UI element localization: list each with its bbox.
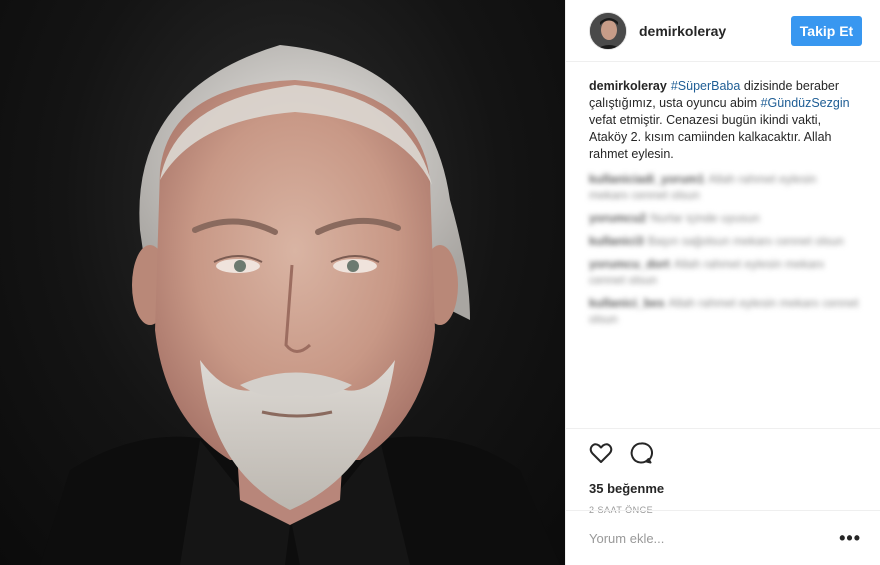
comment: yorumcu_dort Allah rahmet eylesin mekanı …	[589, 257, 825, 287]
blurred-comments: kullaniciadi_yorum1 Allah rahmet eylesin …	[589, 171, 859, 327]
comment: kullanici3 Başın sağolsun mekanı cennet o…	[589, 234, 844, 248]
caption-username[interactable]: demirkoleray	[589, 79, 667, 93]
more-options-icon[interactable]: •••	[839, 529, 861, 547]
avatar-image	[590, 12, 626, 49]
add-comment-bar: •••	[566, 510, 880, 565]
comment-input[interactable]	[589, 530, 819, 546]
hashtag-link[interactable]: #SüperBaba	[671, 79, 741, 93]
header-username[interactable]: demirkoleray	[639, 23, 726, 39]
hashtag-link[interactable]: #GündüzSezgin	[761, 96, 850, 110]
comment-icon[interactable]	[629, 441, 653, 465]
comment: kullaniciadi_yorum1 Allah rahmet eylesin …	[589, 172, 817, 202]
instagram-post: demirkoleray Takip Et demirkoleray #Süper…	[0, 0, 880, 565]
post-sidebar: demirkoleray Takip Et demirkoleray #Süper…	[565, 0, 880, 565]
comments-area: demirkoleray #SüperBaba dizisinde beraber…	[589, 78, 859, 334]
action-icons	[589, 441, 880, 465]
avatar[interactable]	[589, 11, 627, 50]
heart-icon[interactable]	[589, 442, 613, 464]
caption-text: vefat etmiştir. Cenazesi bugün ikindi va…	[589, 113, 832, 161]
comment: yorumcu2 Nurlar içinde uyusun	[589, 211, 760, 225]
comment: kullanici_bes Allah rahmet eylesin mekanı…	[589, 296, 859, 326]
portrait-image	[40, 45, 560, 565]
post-photo[interactable]	[0, 0, 565, 565]
post-header: demirkoleray Takip Et	[566, 0, 880, 62]
follow-button[interactable]: Takip Et	[791, 16, 862, 46]
caption: demirkoleray #SüperBaba dizisinde beraber…	[589, 78, 859, 163]
post-actions: 35 beğenme 2 SAAT ÖNCE	[566, 428, 880, 515]
likes-count[interactable]: 35 beğenme	[589, 481, 880, 496]
